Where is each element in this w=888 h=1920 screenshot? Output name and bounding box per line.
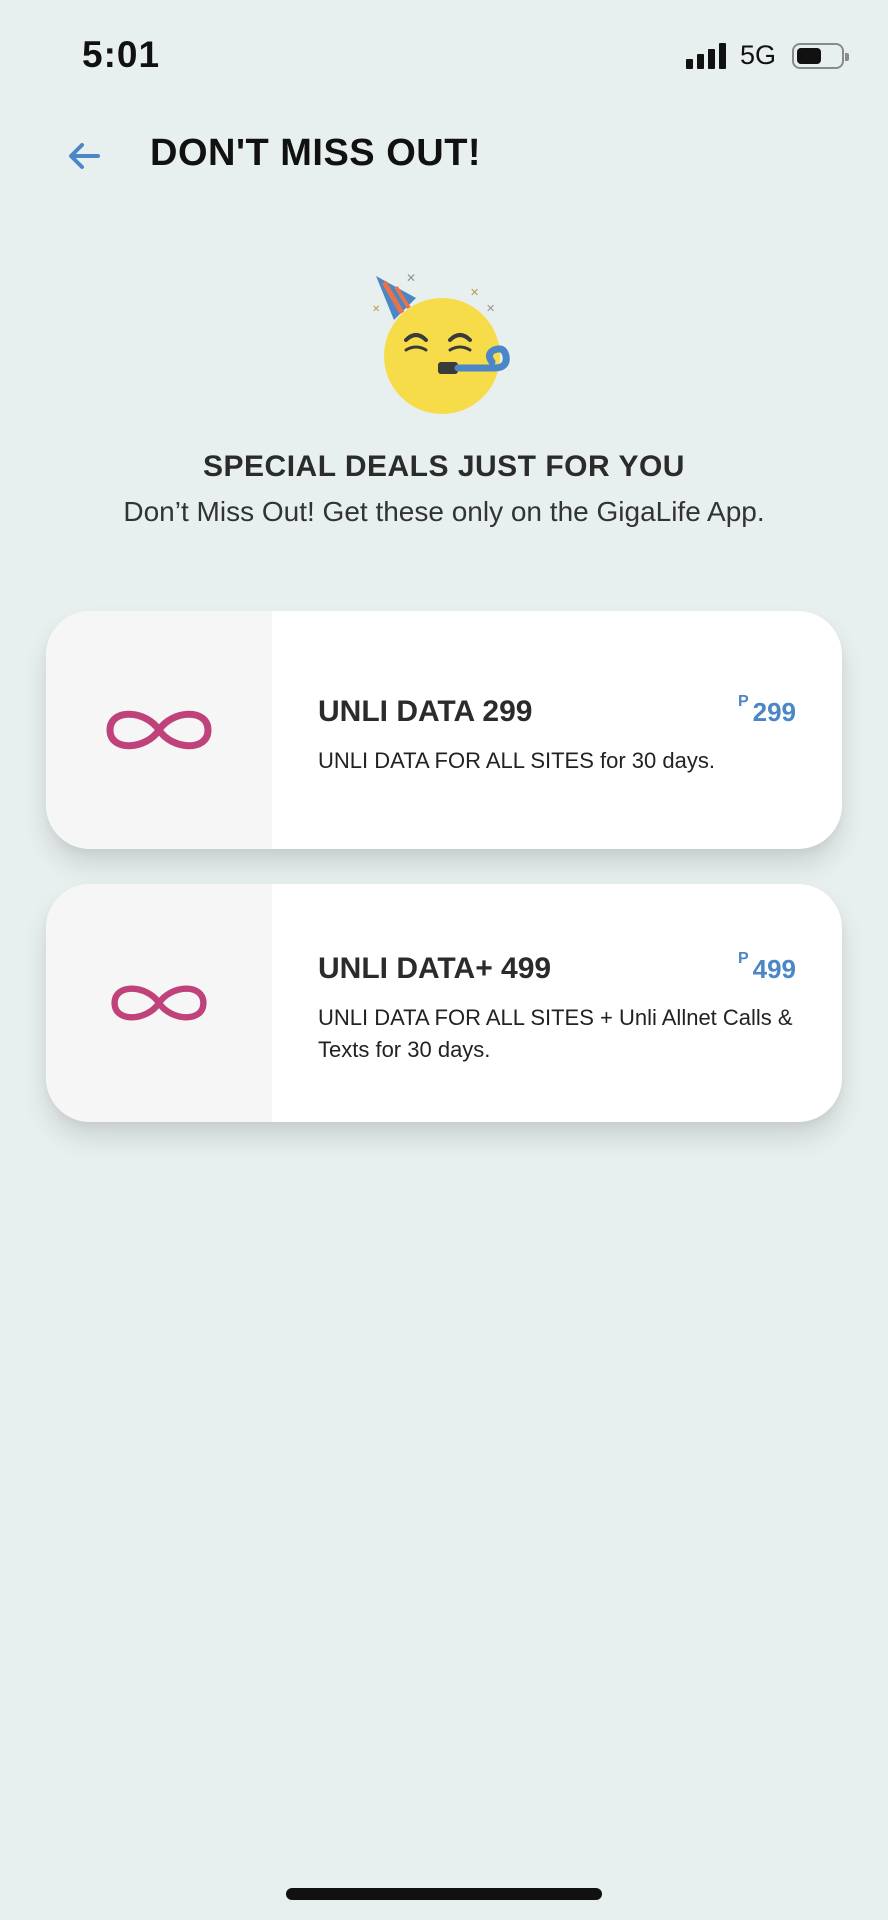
- screen: 5:01 5G DON'T MISS OUT! ✕ ✕ ✕ ✕ SPECIAL …: [0, 0, 888, 1920]
- deal-card-unli-data-299[interactable]: UNLI DATA 299 P 299 UNLI DATA FOR ALL SIT…: [46, 611, 842, 849]
- back-button[interactable]: [64, 136, 104, 176]
- status-time: 5:01: [82, 34, 161, 75]
- network-label: 5G: [739, 40, 776, 70]
- battery-icon: [792, 42, 849, 69]
- svg-text:✕: ✕: [406, 271, 416, 285]
- hero-heading: SPECIAL DEALS JUST FOR YOU: [203, 450, 685, 483]
- infinity-icon: [111, 985, 207, 1021]
- svg-text:✕: ✕: [486, 302, 495, 315]
- svg-text:✕: ✕: [372, 304, 380, 315]
- price-value: 299: [752, 697, 796, 727]
- svg-text:✕: ✕: [470, 286, 479, 299]
- signal-icon: [685, 42, 726, 69]
- party-face-icon: ✕ ✕ ✕ ✕: [372, 271, 510, 414]
- home-indicator[interactable]: [286, 1888, 602, 1900]
- deal-name: UNLI DATA 299: [318, 695, 533, 728]
- deal-card-unli-data-plus-499[interactable]: UNLI DATA+ 499 P 499 UNLI DATA FOR ALL SI…: [46, 884, 842, 1122]
- deal-description: UNLI DATA FOR ALL SITES for 30 days.: [318, 748, 715, 773]
- deal-price: P 499: [738, 950, 796, 985]
- deal-name: UNLI DATA+ 499: [318, 952, 552, 985]
- currency-symbol: P: [737, 950, 749, 967]
- arrow-left-icon: [69, 143, 100, 169]
- deal-description: UNLI DATA FOR ALL SITES + Unli Allnet Ca…: [318, 1005, 793, 1062]
- status-icons: 5G: [685, 40, 849, 71]
- hero-subtitle: Don’t Miss Out! Get these only on the Gi…: [123, 496, 765, 527]
- deal-icon-panel: [46, 884, 272, 1122]
- price-value: 499: [752, 954, 796, 984]
- infinity-icon: [106, 710, 212, 750]
- currency-symbol: P: [737, 693, 749, 710]
- deal-icon-panel: [46, 611, 272, 849]
- deal-price: P 299: [738, 693, 796, 728]
- page-title: DON'T MISS OUT!: [150, 132, 482, 174]
